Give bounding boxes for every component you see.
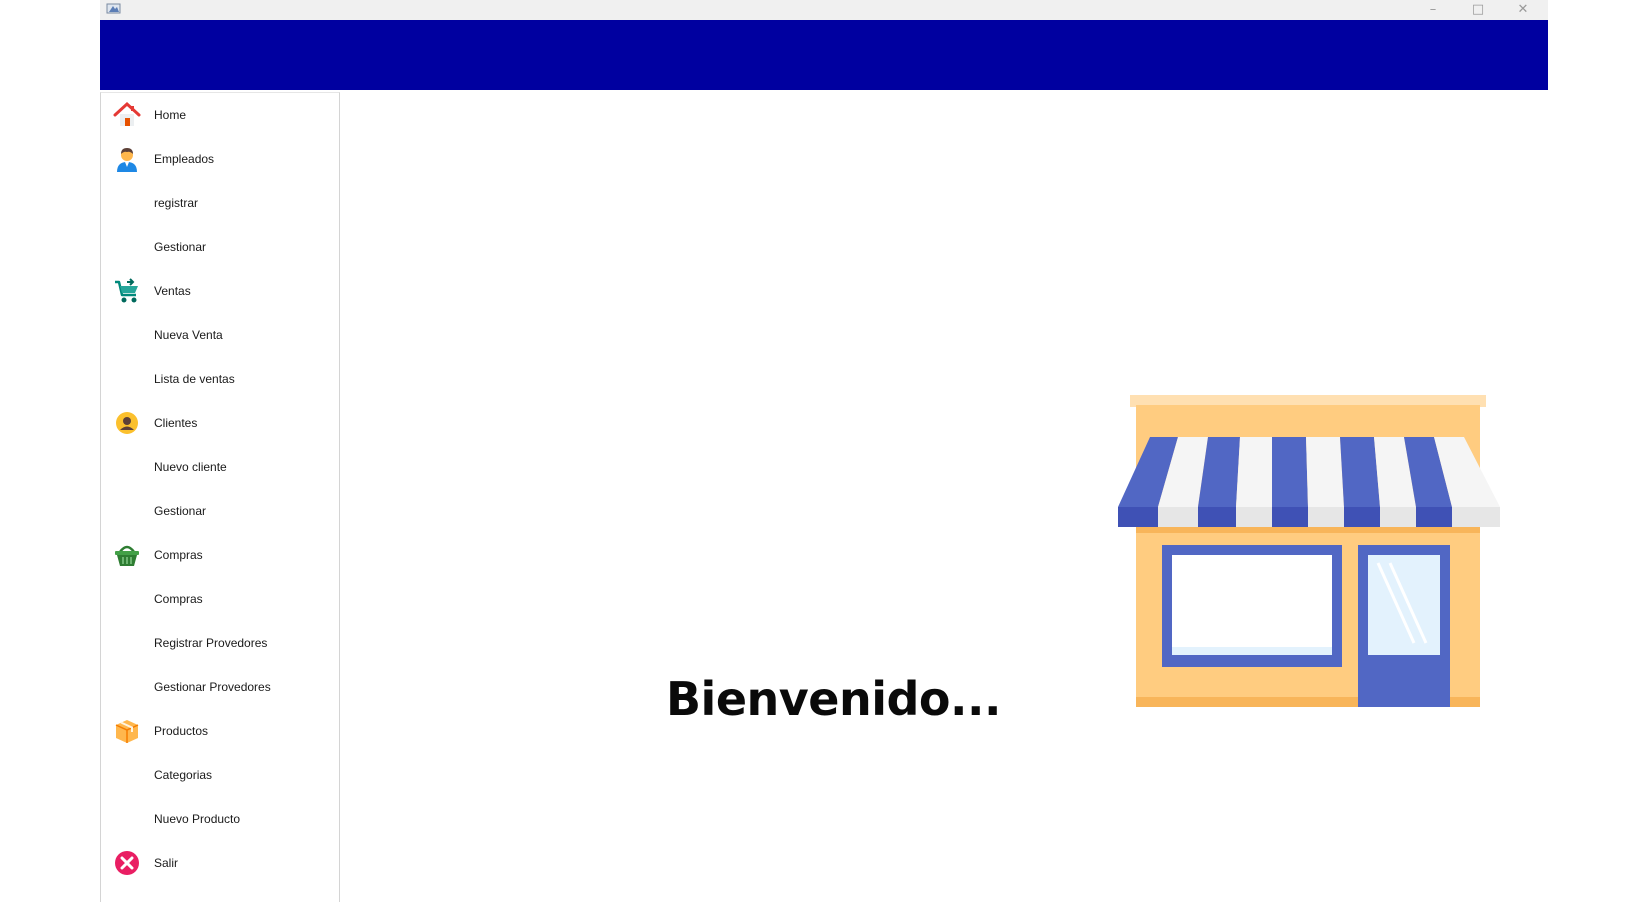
sidebar-item-nuevo-cliente[interactable]: Nuevo cliente	[101, 447, 339, 487]
sidebar-item-label: Empleados	[154, 152, 215, 166]
sidebar-item-productos[interactable]: Productos	[101, 711, 339, 751]
sidebar-item-label: Gestionar	[154, 240, 207, 254]
sidebar-item-label: Registrar Provedores	[154, 636, 268, 650]
window-title-bar: – □ ✕	[100, 0, 1548, 20]
welcome-heading: Bienvenido...	[666, 672, 1001, 726]
sidebar-item-salir[interactable]: Salir	[101, 843, 339, 883]
sidebar-item-label: Compras	[154, 548, 203, 562]
sidebar-item-clientes[interactable]: Clientes	[101, 403, 339, 443]
sidebar-item-compras-sub[interactable]: Compras	[101, 579, 339, 619]
sidebar-item-label: Nuevo cliente	[154, 460, 227, 474]
sidebar-item-lista-ventas[interactable]: Lista de ventas	[101, 359, 339, 399]
minimize-button[interactable]: –	[1418, 0, 1448, 18]
sidebar-item-label: Home	[154, 108, 187, 122]
sidebar-item-nuevo-producto[interactable]: Nuevo Producto	[101, 799, 339, 839]
app-icon	[106, 3, 121, 14]
storefront-illustration	[1118, 395, 1500, 707]
sidebar-item-ventas[interactable]: Ventas	[101, 271, 339, 311]
box-icon	[115, 720, 139, 743]
sidebar-item-label: Nuevo Producto	[154, 812, 241, 826]
sidebar-menu: Home Empleados registrar Gestionar Venta…	[100, 92, 340, 902]
close-window-button[interactable]: ✕	[1508, 0, 1538, 18]
exit-icon	[115, 851, 139, 875]
sidebar-item-gestionar-provedores[interactable]: Gestionar Provedores	[101, 667, 339, 707]
sidebar-item-label: Gestionar Provedores	[154, 680, 271, 694]
sidebar-item-label: Ventas	[154, 284, 191, 298]
sidebar-item-label: Gestionar	[154, 504, 207, 518]
sidebar-item-label: Lista de ventas	[154, 372, 235, 386]
sidebar-item-empleados[interactable]: Empleados	[101, 139, 339, 179]
home-icon	[113, 101, 141, 126]
sidebar-item-label: registrar	[154, 196, 199, 210]
sidebar-item-categorias[interactable]: Categorias	[101, 755, 339, 795]
sidebar-item-label: Salir	[154, 856, 179, 870]
employee-icon	[117, 148, 137, 172]
sidebar-item-label: Compras	[154, 592, 203, 606]
sidebar-item-home[interactable]: Home	[101, 95, 339, 135]
maximize-button[interactable]: □	[1463, 0, 1493, 18]
sidebar-item-label: Nueva Venta	[154, 328, 223, 342]
sidebar-item-label: Categorias	[154, 768, 213, 782]
sidebar-item-compras[interactable]: Compras	[101, 535, 339, 575]
sidebar-item-nueva-venta[interactable]: Nueva Venta	[101, 315, 339, 355]
header-bar	[100, 20, 1548, 90]
basket-icon	[115, 545, 139, 566]
cart-icon	[115, 278, 138, 303]
sidebar-item-label: Clientes	[154, 416, 198, 430]
client-icon	[116, 412, 138, 434]
sidebar-item-label: Productos	[154, 724, 209, 738]
sidebar-item-gestionar-clientes[interactable]: Gestionar	[101, 491, 339, 531]
sidebar-item-gestionar-empleados[interactable]: Gestionar	[101, 227, 339, 267]
sidebar-item-registrar-provedores[interactable]: Registrar Provedores	[101, 623, 339, 663]
sidebar-item-registrar[interactable]: registrar	[101, 183, 339, 223]
